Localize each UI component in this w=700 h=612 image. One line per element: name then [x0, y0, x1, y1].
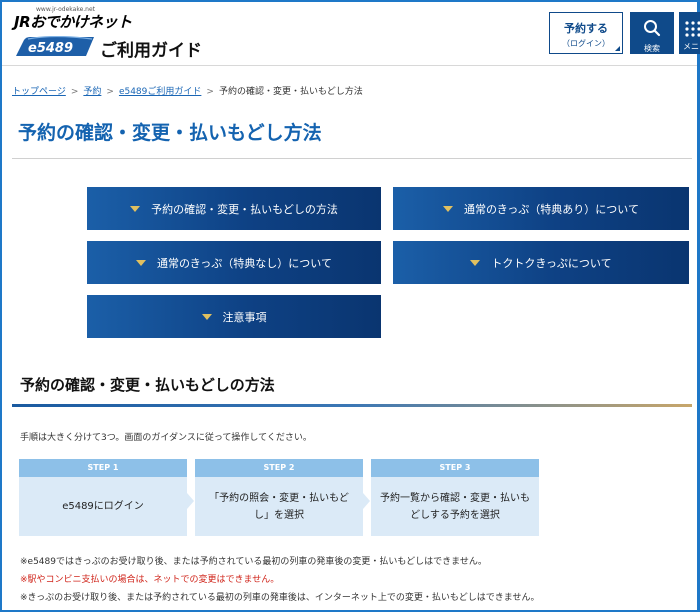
- step-label: STEP 1: [19, 459, 187, 477]
- step-text-line: し」を選択: [254, 509, 304, 521]
- search-label: 検索: [644, 44, 660, 53]
- nav-button-label: 通常のきっぷ（特典あり）について: [464, 202, 639, 216]
- menu-icon: [685, 21, 700, 37]
- nav-button-toku-toku[interactable]: トクトクきっぷについて: [393, 241, 689, 284]
- triangle-down-icon: [443, 205, 454, 212]
- nav-button-without-benefit[interactable]: 通常のきっぷ（特典なし）について: [87, 241, 381, 284]
- section-intro: 手順は大きく分けて3つ。画面のガイダンスに従って操作してください。: [20, 433, 312, 443]
- step-text-line: 予約一覧から確認・変更・払いも: [380, 492, 530, 504]
- nav-button-with-benefit[interactable]: 通常のきっぷ（特典あり）について: [393, 187, 689, 230]
- breadcrumb-separator: >: [106, 87, 114, 97]
- breadcrumb-reserve[interactable]: 予約: [83, 87, 101, 97]
- breadcrumb-top[interactable]: トップページ: [12, 87, 66, 97]
- breadcrumb-separator: >: [70, 87, 79, 97]
- step-1-box: STEP 1 e5489にログイン: [19, 459, 187, 536]
- breadcrumb: トップページ > 予約 > e5489ご利用ガイド > 予約の確認・変更・払いもどし方法: [12, 84, 363, 97]
- step-description: e5489にログイン: [19, 477, 187, 536]
- step-arrow-icon: [187, 493, 194, 509]
- step-text-line: どしする予約を選択: [410, 509, 500, 521]
- breadcrumb-separator: >: [206, 87, 214, 97]
- note-text: ※きっぷのお受け取り後、または予約されている最初の列車の発車後は、インターネット…: [20, 593, 540, 603]
- triangle-down-icon: [470, 259, 481, 266]
- step-arrow-icon: [363, 493, 370, 509]
- section-divider: [12, 404, 692, 407]
- step-description: 「予約の照会・変更・払いもど し」を選択: [195, 477, 363, 536]
- search-icon: [644, 20, 661, 37]
- title-divider: [12, 158, 692, 159]
- menu-button[interactable]: メニュー: [679, 12, 700, 54]
- guide-title: ご利用ガイド: [100, 41, 202, 61]
- step-description: 予約一覧から確認・変更・払いも どしする予約を選択: [371, 477, 539, 536]
- nav-button-label: トクトクきっぷについて: [491, 256, 612, 270]
- triangle-down-icon: [201, 313, 212, 320]
- corner-arrow-icon: [615, 46, 620, 51]
- triangle-down-icon: [136, 259, 147, 266]
- step-text-line: e5489にログイン: [62, 501, 144, 512]
- nav-button-label: 通常のきっぷ（特典なし）について: [157, 256, 332, 270]
- site-header: www.jr-odekake.net JRおでかけネット e5489 ご利用ガイ…: [2, 2, 700, 66]
- note-text: ※e5489ではきっぷのお受け取り後、または予約されている最初の列車の発車後の変…: [20, 557, 487, 567]
- step-label: STEP 2: [195, 459, 363, 477]
- step-label: STEP 3: [371, 459, 539, 477]
- nav-button-label: 予約の確認・変更・払いもどしの方法: [151, 202, 338, 216]
- nav-button-notes[interactable]: 注意事項: [87, 295, 381, 338]
- step-text-line: 「予約の照会・変更・払いもど: [209, 492, 349, 504]
- reserve-label: 予約する: [564, 22, 608, 35]
- triangle-down-icon: [130, 205, 141, 212]
- login-label: （ログイン）: [562, 39, 610, 48]
- e5489-logo[interactable]: e5489: [14, 36, 96, 58]
- e5489-logo-text: e5489: [28, 41, 73, 56]
- search-button[interactable]: 検索: [630, 12, 674, 54]
- menu-label: メニュー: [683, 42, 700, 51]
- breadcrumb-guide[interactable]: e5489ご利用ガイド: [119, 87, 201, 97]
- page-title: 予約の確認・変更・払いもどし方法: [18, 122, 322, 144]
- reserve-login-button[interactable]: 予約する （ログイン）: [549, 12, 623, 54]
- note-text-warning: ※駅やコンビニ支払いの場合は、ネットでの変更はできません。: [20, 575, 280, 585]
- nav-button-how-to[interactable]: 予約の確認・変更・払いもどしの方法: [87, 187, 381, 230]
- section-title: 予約の確認・変更・払いもどしの方法: [20, 376, 275, 394]
- site-logo[interactable]: JRおでかけネット: [14, 11, 132, 32]
- step-3-box: STEP 3 予約一覧から確認・変更・払いも どしする予約を選択: [371, 459, 539, 536]
- nav-button-label: 注意事項: [222, 310, 267, 324]
- breadcrumb-current: 予約の確認・変更・払いもどし方法: [218, 87, 363, 97]
- step-2-box: STEP 2 「予約の照会・変更・払いもど し」を選択: [195, 459, 363, 536]
